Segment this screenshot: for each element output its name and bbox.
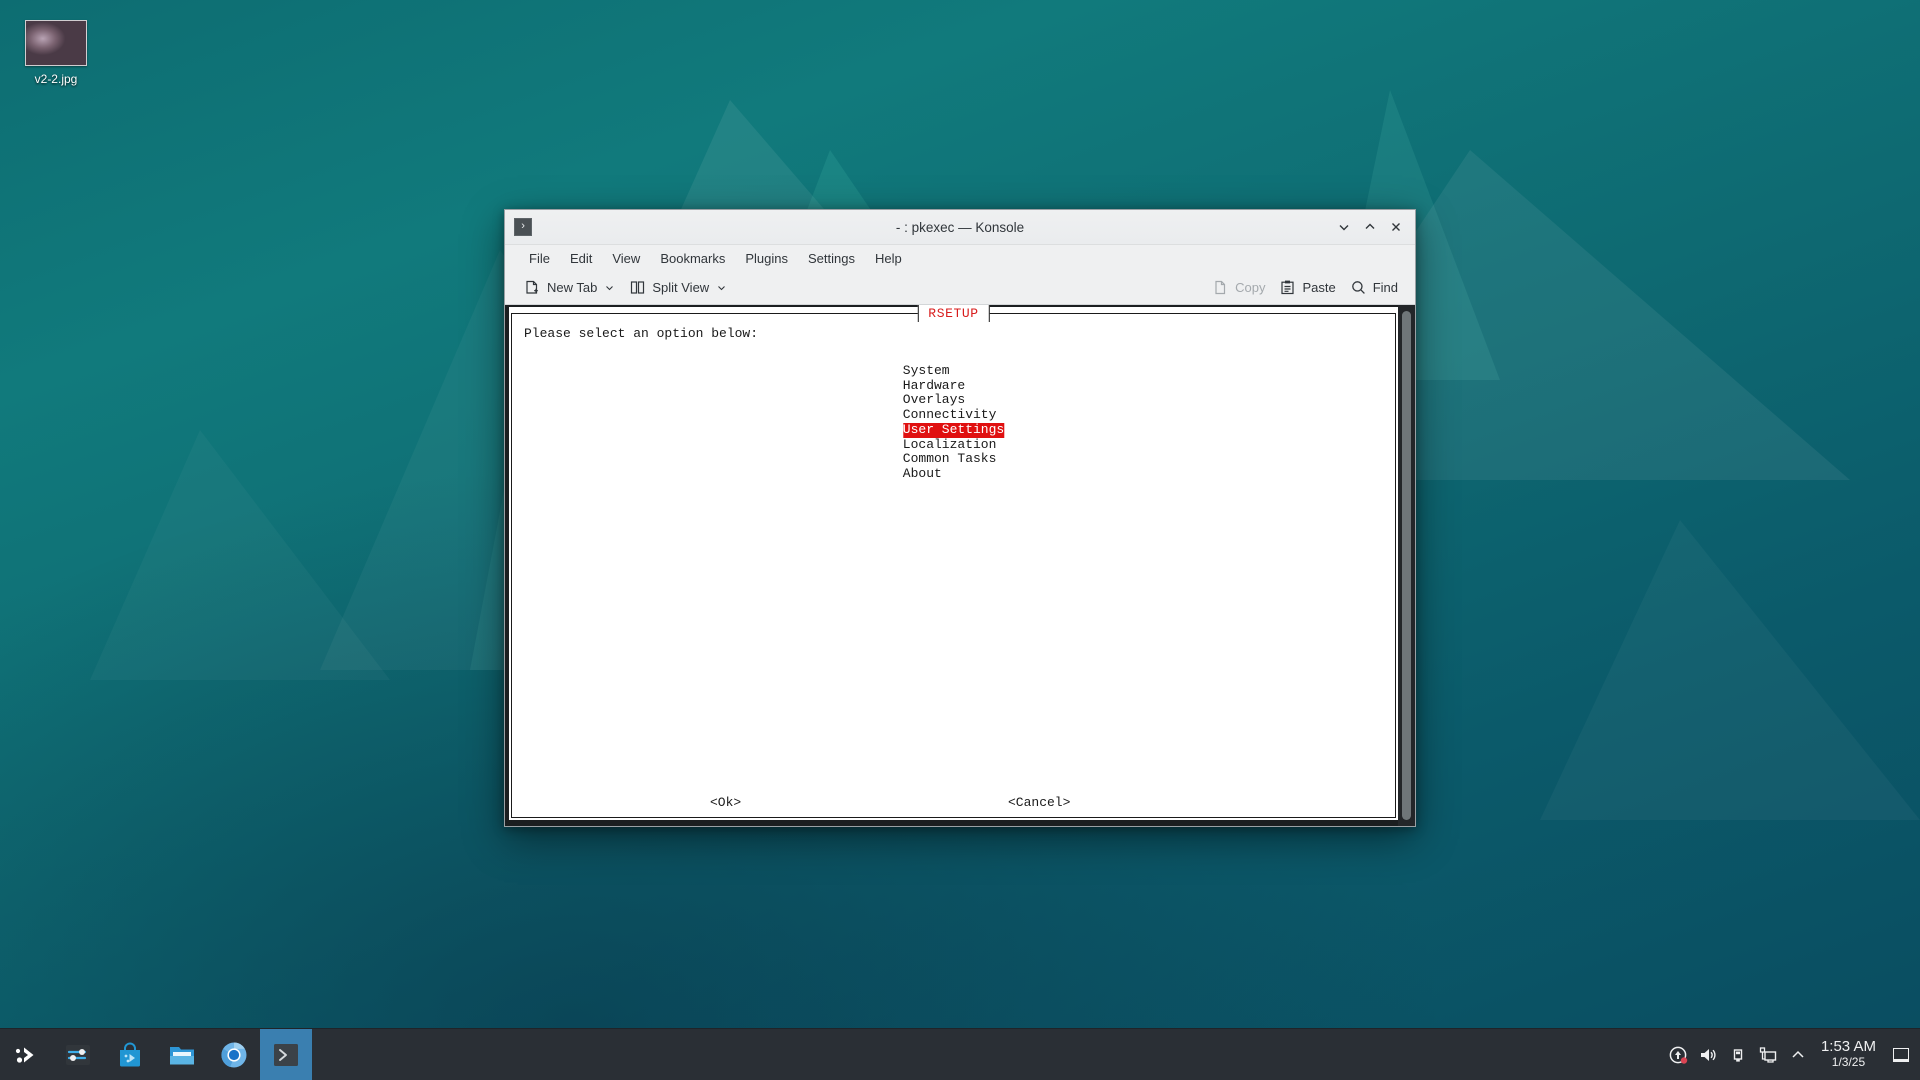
menu-item-edit[interactable]: Edit — [560, 249, 602, 268]
chevron-up-icon — [1792, 1050, 1804, 1058]
taskbar-file-manager[interactable] — [156, 1029, 208, 1080]
find-button[interactable]: Find — [1343, 276, 1405, 299]
paste-icon — [1281, 280, 1295, 295]
maximize-button[interactable] — [1357, 214, 1383, 240]
window-controls — [1331, 214, 1415, 240]
konsole-window[interactable]: › - : pkexec — Konsole File Edit View Bo… — [504, 209, 1416, 827]
system-tray: 1:53 AM 1/3/25 — [1663, 1029, 1920, 1080]
menu-option-system[interactable]: System — [903, 363, 1004, 379]
chevron-up-icon — [1365, 223, 1375, 229]
konsole-app-icon: › — [514, 218, 532, 236]
scrollbar-thumb[interactable] — [1402, 311, 1411, 820]
menu-item-bookmarks[interactable]: Bookmarks — [650, 249, 735, 268]
taskbar-discover[interactable] — [104, 1029, 156, 1080]
taskbar: 1:53 AM 1/3/25 — [0, 1028, 1920, 1080]
clock-date: 1/3/25 — [1831, 1055, 1866, 1070]
minimize-button[interactable] — [1331, 214, 1357, 240]
taskbar-clock[interactable]: 1:53 AM 1/3/25 — [1813, 1038, 1888, 1070]
dialog-prompt: Please select an option below: — [524, 326, 759, 341]
taskbar-konsole[interactable] — [260, 1028, 312, 1080]
search-icon — [1351, 281, 1365, 294]
kde-launcher-icon — [15, 1047, 34, 1063]
updates-icon — [1669, 1046, 1688, 1064]
menu-item-settings[interactable]: Settings — [798, 249, 865, 268]
usb-drive-icon — [1733, 1048, 1743, 1062]
clock-time: 1:53 AM — [1820, 1038, 1876, 1056]
menu-item-help[interactable]: Help — [865, 249, 912, 268]
tray-updates[interactable] — [1663, 1029, 1693, 1080]
menu-item-plugins[interactable]: Plugins — [735, 249, 798, 268]
show-desktop-button[interactable] — [1888, 1029, 1914, 1080]
find-label: Find — [1372, 280, 1398, 295]
menu-option-connectivity[interactable]: Connectivity — [903, 407, 1004, 423]
split-view-label: Split View — [652, 280, 710, 295]
image-thumbnail-icon — [25, 20, 87, 66]
paste-button[interactable]: Paste — [1272, 276, 1342, 299]
menu-option-common-tasks[interactable]: Common Tasks — [903, 452, 1004, 467]
paste-label: Paste — [1302, 280, 1336, 295]
close-button[interactable] — [1383, 214, 1409, 240]
chromium-browser-icon — [221, 1042, 247, 1067]
copy-button[interactable]: Copy — [1205, 276, 1272, 299]
system-settings-icon — [66, 1044, 90, 1065]
chevron-down-icon — [1339, 225, 1349, 231]
dialog-title: RSETUP — [917, 305, 990, 322]
rsetup-dialog: RSETUP Please select an option below: Sy… — [511, 305, 1396, 818]
tray-network-display[interactable] — [1753, 1029, 1783, 1080]
file-manager-icon — [170, 1046, 194, 1064]
tray-volume[interactable] — [1693, 1029, 1723, 1080]
tray-usb-drive[interactable] — [1723, 1029, 1753, 1080]
menu-option-hardware[interactable]: Hardware — [903, 378, 1004, 394]
taskbar-system-settings[interactable] — [52, 1029, 104, 1080]
dialog-menu-list: System Hardware Overlays Connectivity Us… — [902, 363, 1005, 482]
show-desktop-icon — [1893, 1047, 1909, 1062]
window-titlebar[interactable]: › - : pkexec — Konsole — [505, 210, 1415, 245]
ok-button[interactable]: <Ok> — [710, 795, 741, 810]
desktop[interactable]: v2-2.jpg › - : pkexec — Konsole File Edi… — [0, 0, 1920, 1080]
konsole-icon — [274, 1043, 298, 1066]
split-view-icon — [631, 281, 645, 294]
menu-option-localization[interactable]: Localization — [903, 437, 1004, 453]
terminal-area[interactable]: RSETUP Please select an option below: Sy… — [505, 305, 1415, 826]
desktop-icon-label: v2-2.jpg — [34, 72, 78, 86]
chevron-down-icon — [606, 286, 614, 291]
terminal-scrollbar[interactable] — [1398, 305, 1415, 826]
menu-option-overlays[interactable]: Overlays — [903, 393, 1004, 408]
copy-label: Copy — [1235, 280, 1266, 295]
menubar: File Edit View Bookmarks Plugins Setting… — [505, 245, 1415, 271]
window-title: - : pkexec — Konsole — [895, 219, 1025, 235]
copy-icon — [1215, 280, 1226, 295]
menu-item-file[interactable]: File — [519, 249, 560, 268]
cancel-button[interactable]: <Cancel> — [1008, 795, 1070, 810]
close-icon — [1392, 223, 1400, 231]
terminal-canvas[interactable]: RSETUP Please select an option below: Sy… — [509, 305, 1398, 820]
taskbar-chromium[interactable] — [208, 1029, 260, 1080]
wallpaper-shape — [1540, 520, 1920, 820]
volume-icon — [1700, 1048, 1716, 1061]
new-tab-button[interactable]: New Tab — [517, 276, 622, 299]
network-display-icon — [1759, 1046, 1777, 1063]
menu-option-user-settings[interactable]: User Settings — [902, 422, 1005, 438]
split-view-button[interactable]: Split View — [622, 276, 734, 299]
kde-launcher-button[interactable] — [0, 1029, 52, 1080]
menu-item-view[interactable]: View — [602, 249, 650, 268]
chevron-down-icon — [718, 286, 726, 291]
menu-option-about[interactable]: About — [903, 466, 1004, 482]
tray-show-hidden[interactable] — [1783, 1029, 1813, 1080]
new-tab-label: New Tab — [547, 280, 598, 295]
new-tab-icon — [526, 280, 538, 294]
wallpaper-shape — [90, 430, 390, 680]
toolbar: New Tab Split View Copy Paste Find — [505, 271, 1415, 305]
discover-store-icon — [120, 1042, 140, 1066]
desktop-icon-v2-2-jpg[interactable]: v2-2.jpg — [8, 10, 104, 86]
